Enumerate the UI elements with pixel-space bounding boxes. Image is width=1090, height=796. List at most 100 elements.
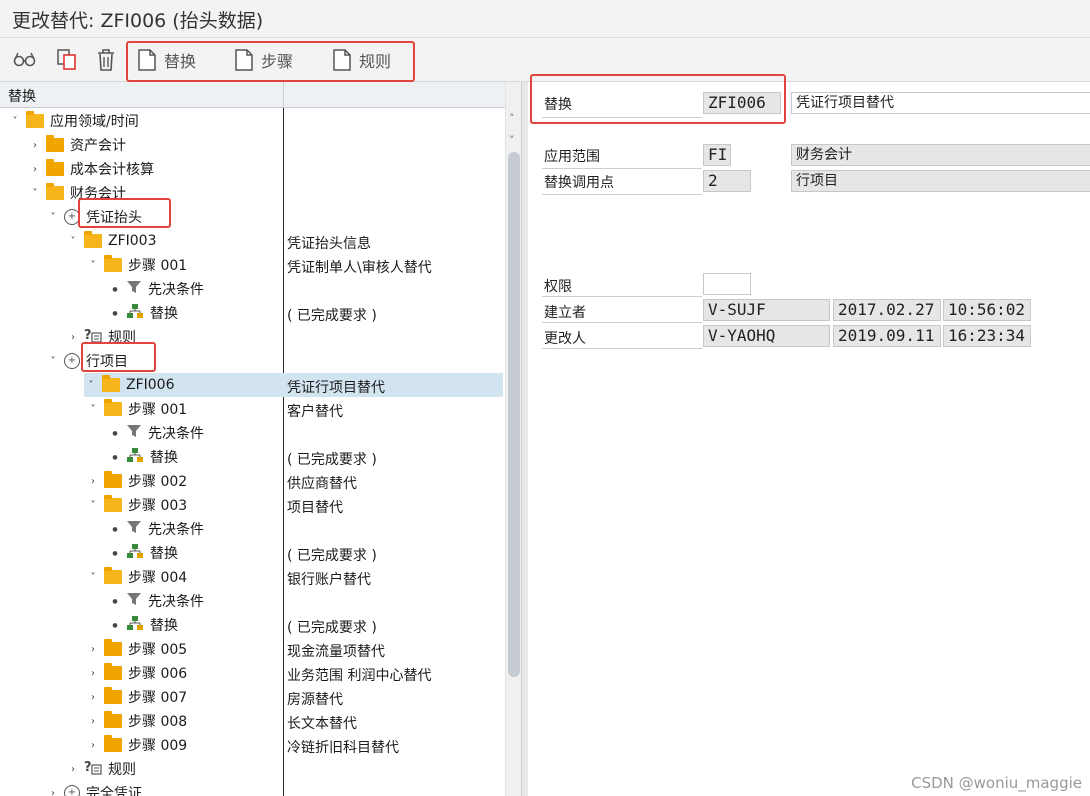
tree-row-label: 规则: [108, 762, 136, 778]
changed-date-field: 2019.09.11: [833, 325, 941, 347]
chevron-right-icon[interactable]: ›: [86, 692, 100, 703]
tree-row[interactable]: ● 先决条件: [0, 421, 503, 445]
substitution-icon: [126, 447, 144, 467]
field-underline: [542, 117, 702, 118]
filter-icon: [126, 423, 142, 443]
svg-text:?: ?: [84, 760, 92, 775]
substitution-icon: [126, 615, 144, 635]
tree-row-label: 先决条件: [148, 282, 204, 298]
tree-row[interactable]: ˅ + 行项目: [0, 349, 503, 373]
chevron-right-icon[interactable]: ›: [66, 764, 80, 775]
substitution-button[interactable]: 替换: [138, 47, 196, 73]
call-point-text-field: 行项目: [791, 170, 1090, 192]
bullet-icon: ●: [112, 453, 118, 461]
changed-by-field: V-YAOHQ: [703, 325, 830, 347]
created-by-field: V-SUJF: [703, 299, 830, 321]
tree-row[interactable]: ›? 规则: [0, 325, 503, 349]
title-bar: 更改替代: ZFI006 (抬头数据): [0, 0, 1090, 38]
folder-icon: [104, 735, 122, 752]
chevron-down-icon[interactable]: ˅: [66, 236, 80, 247]
chevron-right-icon[interactable]: ›: [46, 788, 60, 796]
substitution-text-field[interactable]: 凭证行项目替代: [791, 92, 1090, 114]
tree-row[interactable]: ˅ + 凭证抬头: [0, 205, 503, 229]
chevron-down-icon[interactable]: ˅: [46, 212, 60, 223]
tree-row[interactable]: ● 替换 ( 已完成要求 ): [0, 613, 503, 637]
chevron-right-icon[interactable]: ›: [86, 476, 100, 487]
field-underline: [542, 322, 702, 323]
tree-row-label: 步骤 003: [128, 498, 188, 514]
chevron-right-icon[interactable]: ›: [86, 740, 100, 751]
watermark: CSDN @woniu_maggie: [911, 774, 1082, 792]
tree-row-label: 先决条件: [148, 594, 204, 610]
filter-icon: [126, 279, 142, 299]
tree-row-label: 先决条件: [148, 522, 204, 538]
rule-button[interactable]: 规则: [333, 47, 391, 73]
authorization-label: 权限: [544, 279, 572, 295]
tree-row-selected[interactable]: ˅ ZFI006 凭证行项目替代: [84, 373, 503, 397]
tree-row[interactable]: › 成本会计核算: [0, 157, 503, 181]
tree-row-label: 步骤 008: [128, 714, 188, 730]
scroll-down-icon[interactable]: ˅: [509, 134, 515, 147]
tree-row[interactable]: › 步骤 002 供应商替代: [0, 469, 503, 493]
chevron-right-icon[interactable]: ›: [86, 716, 100, 727]
scroll-up-icon[interactable]: ˄: [509, 112, 515, 125]
tree-row-label: ZFI006: [126, 377, 175, 393]
column-divider[interactable]: [283, 82, 284, 108]
tree-row[interactable]: ● 先决条件: [0, 589, 503, 613]
tree-row[interactable]: ● 先决条件: [0, 277, 503, 301]
chevron-right-icon[interactable]: ›: [86, 644, 100, 655]
tree-row[interactable]: › 步骤 009 冷链折旧科目替代: [0, 733, 503, 757]
tree-row[interactable]: ˅ 步骤 001 凭证制单人\审核人替代: [0, 253, 503, 277]
tree-row[interactable]: ˅ 步骤 004 银行账户替代: [0, 565, 503, 589]
tree-row[interactable]: › + 完全凭证: [0, 781, 503, 796]
chevron-down-icon[interactable]: ˅: [8, 116, 22, 127]
chevron-down-icon[interactable]: ˅: [86, 404, 100, 415]
chevron-down-icon[interactable]: ˅: [86, 500, 100, 511]
chevron-right-icon[interactable]: ›: [86, 668, 100, 679]
bullet-icon: ●: [112, 525, 118, 533]
folder-open-icon: [26, 111, 44, 128]
tree-row[interactable]: › 步骤 005 现金流量项替代: [0, 637, 503, 661]
tree-row[interactable]: › 资产会计: [0, 133, 503, 157]
chevron-right-icon[interactable]: ›: [28, 164, 42, 175]
chevron-down-icon[interactable]: ˅: [28, 188, 42, 199]
copy-icon[interactable]: [54, 47, 80, 73]
chevron-right-icon[interactable]: ›: [66, 332, 80, 343]
tree-row[interactable]: ˅ 财务会计: [0, 181, 503, 205]
tree-row-label: 步骤 004: [128, 570, 188, 586]
field-underline: [542, 194, 702, 195]
tree-row[interactable]: ˅ 步骤 001 客户替代: [0, 397, 503, 421]
tree-row[interactable]: ˅ 应用领域/时间: [0, 109, 503, 133]
tree-row[interactable]: ● 替换 ( 已完成要求 ): [0, 541, 503, 565]
authorization-field[interactable]: [703, 273, 751, 295]
tree-row[interactable]: ● 替换 ( 已完成要求 ): [0, 445, 503, 469]
chevron-down-icon[interactable]: ˅: [86, 572, 100, 583]
glasses-icon[interactable]: [12, 47, 38, 73]
chevron-right-icon[interactable]: ›: [28, 140, 42, 151]
tree-scrollbar[interactable]: ˄ ˅: [505, 82, 521, 796]
chevron-down-icon[interactable]: ˅: [84, 380, 98, 391]
tree-row[interactable]: ˅ ZFI003 凭证抬头信息: [0, 229, 503, 253]
chevron-down-icon[interactable]: ˅: [46, 356, 60, 367]
bullet-icon: ●: [112, 621, 118, 629]
changed-by-label: 更改人: [544, 331, 586, 347]
tree-row-desc: 客户替代: [287, 404, 343, 420]
folder-open-icon: [104, 399, 122, 416]
tree-panel: 替换 ˅ 应用领域/时间 › 资产会计 › 成本会计核算 ˅ 财务会计 ˅ + 凭证抬头 ˅…: [0, 82, 522, 796]
tree-row[interactable]: › 步骤 007 房源替代: [0, 685, 503, 709]
tree-row[interactable]: ›? 规则: [0, 757, 503, 781]
trash-icon[interactable]: [93, 47, 119, 73]
chevron-down-icon[interactable]: ˅: [86, 260, 100, 271]
tree-row[interactable]: ● 先决条件: [0, 517, 503, 541]
folder-icon: [46, 159, 64, 176]
tree-row[interactable]: › 步骤 008 长文本替代: [0, 709, 503, 733]
scrollbar-thumb[interactable]: [508, 152, 520, 677]
tree-row[interactable]: ˅ 步骤 003 项目替代: [0, 493, 503, 517]
bullet-icon: ●: [112, 285, 118, 293]
tree-row[interactable]: ● 替换 ( 已完成要求 ): [0, 301, 503, 325]
step-button[interactable]: 步骤: [235, 47, 293, 73]
tree-row[interactable]: › 步骤 006 业务范围 利润中心替代: [0, 661, 503, 685]
substitution-code-field: ZFI006: [703, 92, 781, 114]
tree-row-desc: 凭证制单人\审核人替代: [287, 260, 432, 276]
tree-row-label: 替换: [150, 450, 178, 466]
